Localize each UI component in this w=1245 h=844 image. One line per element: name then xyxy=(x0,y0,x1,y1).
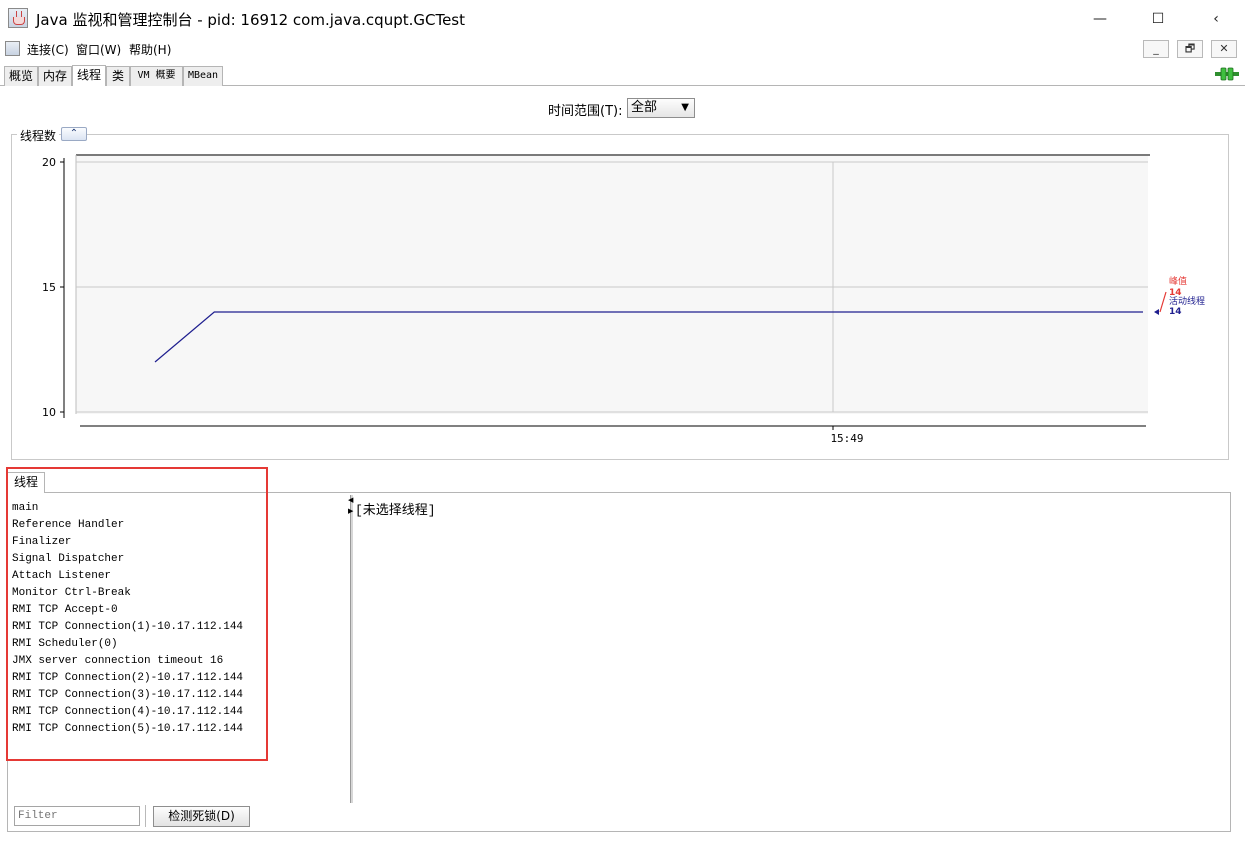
y-tick-label: 20 xyxy=(42,156,56,169)
y-tick-label: 15 xyxy=(42,281,56,294)
thread-count-chart: 20151015:49峰值14活动线程14 xyxy=(42,154,1205,445)
plot-area xyxy=(76,155,1148,414)
legend-label: 峰值 xyxy=(1169,275,1187,287)
legend-label: 活动线程 xyxy=(1169,295,1205,307)
legend-leader-peak xyxy=(1159,291,1167,313)
detect-deadlock-button[interactable]: 检测死锁(D) xyxy=(153,806,250,827)
toolbar-separator xyxy=(145,805,147,827)
x-tick-label: 15:49 xyxy=(830,432,863,445)
legend-value: 14 xyxy=(1169,307,1182,317)
thread-detail-text: [未选择线程] xyxy=(355,503,436,518)
annotation-highlight-box xyxy=(6,467,268,761)
y-tick-label: 10 xyxy=(42,406,56,419)
split-pane-divider[interactable] xyxy=(350,495,353,803)
collapse-left-icon[interactable]: ◀ xyxy=(348,497,353,504)
expand-right-icon[interactable]: ▶ xyxy=(348,508,353,515)
legend-marker-active xyxy=(1154,309,1159,315)
filter-input[interactable] xyxy=(14,806,140,826)
